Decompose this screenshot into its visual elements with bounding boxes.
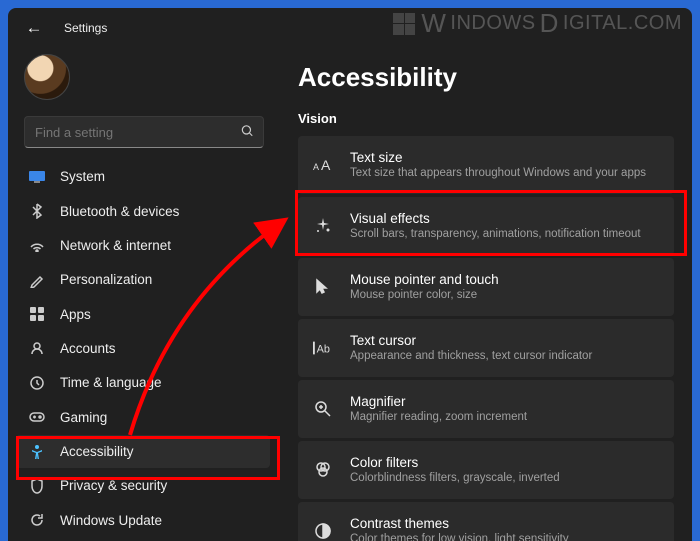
magnifier-icon [312, 398, 334, 420]
card-desc: Appearance and thickness, text cursor in… [350, 349, 592, 363]
update-icon [28, 511, 46, 529]
section-label: Vision [298, 111, 674, 126]
accounts-icon [28, 339, 46, 357]
nav-list: System Bluetooth & devices Network & int… [16, 160, 272, 537]
card-desc: Magnifier reading, zoom increment [350, 410, 527, 424]
personalization-icon [28, 271, 46, 289]
sidebar-item-label: Network & internet [60, 238, 171, 253]
text-size-icon: AA [312, 154, 334, 176]
sidebar-item-label: Windows Update [60, 513, 162, 528]
clock-icon [28, 374, 46, 392]
sidebar-item-label: Gaming [60, 410, 107, 425]
accessibility-icon [28, 443, 46, 461]
windows-logo-icon [393, 13, 415, 35]
sidebar-item-label: Accessibility [60, 444, 134, 459]
card-desc: Mouse pointer color, size [350, 288, 499, 302]
sidebar-item-network[interactable]: Network & internet [16, 229, 270, 262]
sidebar: System Bluetooth & devices Network & int… [8, 48, 276, 541]
sidebar-item-label: Privacy & security [60, 478, 167, 493]
card-text-size[interactable]: AA Text size Text size that appears thro… [298, 136, 674, 194]
card-title: Magnifier [350, 394, 527, 409]
sidebar-item-label: Time & language [60, 375, 162, 390]
settings-window: ← Settings System Bluetooth & devi [8, 8, 692, 541]
back-button[interactable]: ← [24, 18, 44, 38]
card-title: Text cursor [350, 333, 592, 348]
card-contrast-themes[interactable]: Contrast themes Color themes for low vis… [298, 502, 674, 541]
app-title: Settings [64, 21, 107, 35]
card-title: Text size [350, 150, 646, 165]
sidebar-item-accounts[interactable]: Accounts [16, 332, 270, 365]
sidebar-item-bluetooth[interactable]: Bluetooth & devices [16, 194, 270, 227]
svg-text:A: A [313, 162, 319, 172]
search-container [24, 116, 264, 148]
card-visual-effects[interactable]: Visual effects Scroll bars, transparency… [298, 197, 674, 255]
card-desc: Color themes for low vision, light sensi… [350, 532, 569, 541]
card-title: Contrast themes [350, 516, 569, 531]
apps-icon [28, 305, 46, 323]
sidebar-item-update[interactable]: Windows Update [16, 504, 270, 537]
card-magnifier[interactable]: Magnifier Magnifier reading, zoom increm… [298, 380, 674, 438]
sidebar-item-label: Accounts [60, 341, 116, 356]
privacy-icon [28, 477, 46, 495]
bluetooth-icon [28, 202, 46, 220]
search-input[interactable] [24, 116, 264, 148]
svg-text:A: A [321, 157, 331, 173]
sidebar-item-gaming[interactable]: Gaming [16, 401, 270, 434]
text-cursor-icon: Ab [312, 337, 334, 359]
sidebar-item-apps[interactable]: Apps [16, 297, 270, 330]
profile-block[interactable] [16, 48, 272, 116]
visual-effects-icon [312, 215, 334, 237]
mouse-pointer-icon [312, 276, 334, 298]
network-icon [28, 236, 46, 254]
sidebar-item-personalization[interactable]: Personalization [16, 263, 270, 296]
card-title: Color filters [350, 455, 560, 470]
page-title: Accessibility [298, 62, 674, 93]
card-desc: Colorblindness filters, grayscale, inver… [350, 471, 560, 485]
card-list: AA Text size Text size that appears thro… [298, 136, 674, 541]
main-panel: Accessibility Vision AA Text size Text s… [276, 48, 692, 541]
sidebar-item-label: Bluetooth & devices [60, 204, 179, 219]
sidebar-item-label: System [60, 169, 105, 184]
card-desc: Text size that appears throughout Window… [350, 166, 646, 180]
contrast-icon [312, 520, 334, 541]
card-title: Visual effects [350, 211, 641, 226]
svg-text:Ab: Ab [317, 344, 330, 356]
card-text-cursor[interactable]: Ab Text cursor Appearance and thickness,… [298, 319, 674, 377]
color-filters-icon [312, 459, 334, 481]
sidebar-item-label: Apps [60, 307, 91, 322]
card-desc: Scroll bars, transparency, animations, n… [350, 227, 641, 241]
watermark: WINDOWSDIGITAL.COM [393, 8, 682, 39]
card-color-filters[interactable]: Color filters Colorblindness filters, gr… [298, 441, 674, 499]
avatar [24, 54, 70, 100]
sidebar-item-time[interactable]: Time & language [16, 366, 270, 399]
sidebar-item-system[interactable]: System [16, 160, 270, 193]
sidebar-item-privacy[interactable]: Privacy & security [16, 469, 270, 502]
sidebar-item-label: Personalization [60, 272, 152, 287]
system-icon [28, 168, 46, 186]
card-title: Mouse pointer and touch [350, 272, 499, 287]
gaming-icon [28, 408, 46, 426]
sidebar-item-accessibility[interactable]: Accessibility [16, 435, 270, 468]
card-mouse-pointer[interactable]: Mouse pointer and touch Mouse pointer co… [298, 258, 674, 316]
